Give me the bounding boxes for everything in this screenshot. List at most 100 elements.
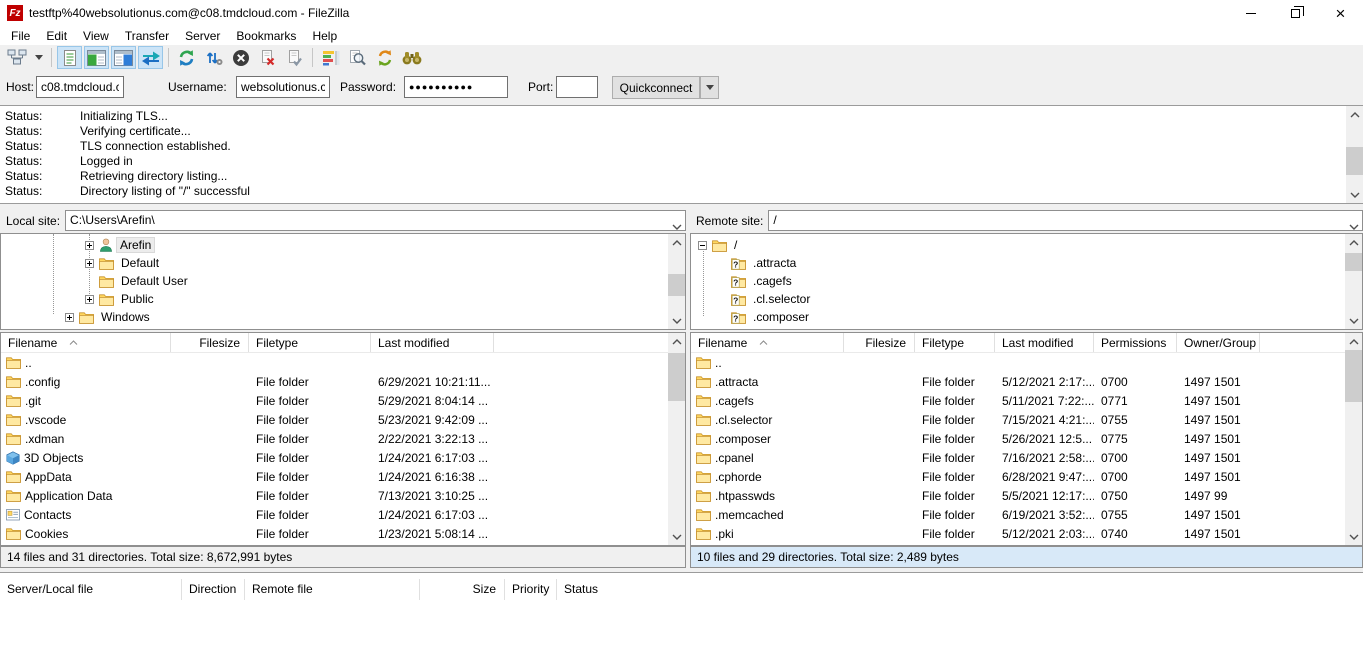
- expand-icon[interactable]: [65, 313, 74, 322]
- local-tree-scrollbar[interactable]: [668, 234, 685, 329]
- directory-comparison-button[interactable]: [318, 46, 343, 69]
- tree-item--cl-selector[interactable]: ?.cl.selector: [691, 290, 1362, 308]
- scroll-up-icon[interactable]: [668, 333, 685, 350]
- tree-item--attracta[interactable]: ?.attracta: [691, 254, 1362, 272]
- tree-item-default-user[interactable]: Default User: [1, 272, 685, 290]
- menu-edit[interactable]: Edit: [38, 28, 75, 44]
- menu-server[interactable]: Server: [177, 28, 228, 44]
- cancel-operation-button[interactable]: [228, 46, 253, 69]
- file-row--attracta[interactable]: .attractaFile folder5/12/2021 2:17:...07…: [691, 372, 1362, 391]
- scroll-down-icon[interactable]: [668, 528, 685, 545]
- local-site-combobox[interactable]: C:\Users\Arefin\: [65, 210, 686, 231]
- file-row--[interactable]: ..: [1, 353, 685, 372]
- minimize-button[interactable]: [1228, 0, 1273, 26]
- file-row--cagefs[interactable]: .cagefsFile folder5/11/2021 7:22:...0771…: [691, 391, 1362, 410]
- file-row--pki[interactable]: .pkiFile folder5/12/2021 2:03:...0740149…: [691, 524, 1362, 543]
- column-header-filename[interactable]: Filename: [1, 333, 171, 352]
- site-manager-dropdown-button[interactable]: [31, 46, 46, 69]
- file-row-cookies[interactable]: CookiesFile folder1/23/2021 5:08:14 ...: [1, 524, 685, 543]
- file-row-contacts[interactable]: ContactsFile folder1/24/2021 6:17:03 ...: [1, 505, 685, 524]
- file-row-3d-objects[interactable]: 3D ObjectsFile folder1/24/2021 6:17:03 .…: [1, 448, 685, 467]
- expand-icon[interactable]: [85, 259, 94, 268]
- tree-item-default[interactable]: Default: [1, 254, 685, 272]
- password-input[interactable]: [404, 76, 508, 98]
- reconnect-button[interactable]: [282, 46, 307, 69]
- remote-tree-scrollbar[interactable]: [1345, 234, 1362, 329]
- column-header-filesize[interactable]: Filesize: [171, 333, 249, 352]
- site-manager-button[interactable]: [4, 46, 29, 69]
- file-row--vscode[interactable]: .vscodeFile folder5/23/2021 9:42:09 ...: [1, 410, 685, 429]
- expand-icon[interactable]: [85, 295, 94, 304]
- username-input[interactable]: [236, 76, 330, 98]
- file-row--composer[interactable]: .composerFile folder5/26/2021 12:5...077…: [691, 429, 1362, 448]
- column-header-owner-group[interactable]: Owner/Group: [1177, 333, 1260, 352]
- scroll-down-icon[interactable]: [1346, 186, 1363, 203]
- tree-item-arefin[interactable]: Arefin: [1, 236, 685, 254]
- quickconnect-dropdown-button[interactable]: [700, 76, 719, 99]
- scroll-up-icon[interactable]: [1345, 333, 1362, 350]
- column-header-filetype[interactable]: Filetype: [915, 333, 995, 352]
- menu-bookmarks[interactable]: Bookmarks: [228, 28, 304, 44]
- host-input[interactable]: [36, 76, 124, 98]
- file-row--cl-selector[interactable]: .cl.selectorFile folder7/15/2021 4:21:..…: [691, 410, 1362, 429]
- port-input[interactable]: [556, 76, 598, 98]
- toggle-message-log-button[interactable]: [57, 46, 82, 69]
- tree-item--cagefs[interactable]: ?.cagefs: [691, 272, 1362, 290]
- tree-item--[interactable]: /: [691, 236, 1362, 254]
- scroll-down-icon[interactable]: [668, 312, 685, 329]
- scroll-down-icon[interactable]: [1345, 528, 1362, 545]
- disconnect-button[interactable]: [255, 46, 280, 69]
- file-row--cphorde[interactable]: .cphordeFile folder6/28/2021 9:47:...070…: [691, 467, 1362, 486]
- menu-transfer[interactable]: Transfer: [117, 28, 177, 44]
- quickconnect-button[interactable]: Quickconnect: [612, 76, 700, 99]
- menu-file[interactable]: File: [3, 28, 38, 44]
- file-row--xdman[interactable]: .xdmanFile folder2/22/2021 3:22:13 ...: [1, 429, 685, 448]
- refresh-button[interactable]: [174, 46, 199, 69]
- column-header-filename[interactable]: Filename: [691, 333, 844, 352]
- column-header-permissions[interactable]: Permissions: [1094, 333, 1177, 352]
- file-row--config[interactable]: .configFile folder6/29/2021 10:21:11...: [1, 372, 685, 391]
- restore-button[interactable]: [1273, 0, 1318, 26]
- file-row-application-data[interactable]: Application DataFile folder7/13/2021 3:1…: [1, 486, 685, 505]
- expand-icon[interactable]: [85, 241, 94, 250]
- toggle-transfer-queue-button[interactable]: [138, 46, 163, 69]
- scroll-up-icon[interactable]: [1345, 234, 1362, 251]
- remote-site-combobox[interactable]: /: [768, 210, 1363, 231]
- file-row-appdata[interactable]: AppDataFile folder1/24/2021 6:16:38 ...: [1, 467, 685, 486]
- toggle-local-tree-button[interactable]: [84, 46, 109, 69]
- queue-column-header-server-local-file[interactable]: Server/Local file: [0, 579, 182, 600]
- column-header-last-modified[interactable]: Last modified: [995, 333, 1094, 352]
- queue-column-header-priority[interactable]: Priority: [505, 579, 557, 600]
- synchronized-browsing-button[interactable]: [372, 46, 397, 69]
- remote-list-scrollbar[interactable]: [1345, 333, 1362, 545]
- tree-item-windows[interactable]: Windows: [1, 308, 685, 326]
- scroll-down-icon[interactable]: [1345, 312, 1362, 329]
- file-row--[interactable]: ..: [691, 353, 1362, 372]
- close-button[interactable]: ×: [1318, 0, 1363, 26]
- file-row--htpasswds[interactable]: .htpasswdsFile folder5/5/2021 12:17:...0…: [691, 486, 1362, 505]
- local-list-scrollbar[interactable]: [668, 333, 685, 545]
- tree-item--composer[interactable]: ?.composer: [691, 308, 1362, 326]
- scroll-up-icon[interactable]: [1346, 106, 1363, 123]
- column-header-last-modified[interactable]: Last modified: [371, 333, 494, 352]
- toggle-remote-tree-button[interactable]: [111, 46, 136, 69]
- queue-column-header-remote-file[interactable]: Remote file: [245, 579, 420, 600]
- column-header-filesize[interactable]: Filesize: [844, 333, 915, 352]
- queue-column-header-size[interactable]: Size: [420, 579, 505, 600]
- collapse-icon[interactable]: [698, 241, 707, 250]
- process-queue-button[interactable]: [201, 46, 226, 69]
- file-modified: 7/16/2021 2:58:...: [995, 451, 1094, 465]
- tree-item-public[interactable]: Public: [1, 290, 685, 308]
- message-log-scrollbar[interactable]: [1346, 106, 1363, 203]
- scroll-up-icon[interactable]: [668, 234, 685, 251]
- menu-help[interactable]: Help: [304, 28, 345, 44]
- queue-column-header-direction[interactable]: Direction: [182, 579, 245, 600]
- file-row--git[interactable]: .gitFile folder5/29/2021 8:04:14 ...: [1, 391, 685, 410]
- find-files-button[interactable]: [345, 46, 370, 69]
- file-row--memcached[interactable]: .memcachedFile folder6/19/2021 3:52:...0…: [691, 505, 1362, 524]
- menu-view[interactable]: View: [75, 28, 117, 44]
- filter-button[interactable]: [399, 46, 424, 69]
- queue-column-header-status[interactable]: Status: [557, 579, 1363, 600]
- file-row--cpanel[interactable]: .cpanelFile folder7/16/2021 2:58:...0700…: [691, 448, 1362, 467]
- column-header-filetype[interactable]: Filetype: [249, 333, 371, 352]
